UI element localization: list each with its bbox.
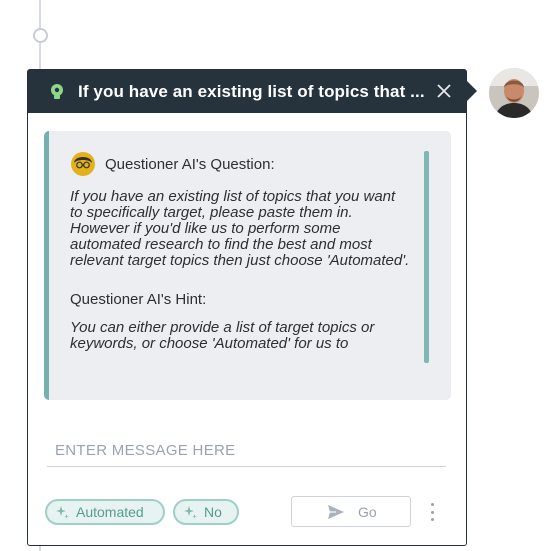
- message-input[interactable]: [47, 435, 446, 467]
- close-button[interactable]: [434, 81, 454, 101]
- go-button[interactable]: Go: [291, 496, 411, 527]
- send-icon: [328, 504, 344, 519]
- question-scroll-area[interactable]: Questioner AI's Question: If you have an…: [70, 151, 410, 383]
- question-line: If you have an existing list of topics t…: [70, 188, 396, 221]
- more-dot: [430, 503, 434, 506]
- card-header: If you have an existing list of topics t…: [28, 70, 466, 113]
- automated-button[interactable]: Automated: [45, 499, 165, 525]
- card-pointer: [466, 80, 477, 102]
- questioner-ai-avatar: [71, 152, 95, 176]
- more-options-button[interactable]: [426, 503, 438, 521]
- question-scrollbar[interactable]: [424, 151, 429, 363]
- question-text: If you have an existing list of topics t…: [70, 189, 410, 269]
- hint-label: Questioner AI's Hint:: [70, 291, 207, 308]
- question-heading: Questioner AI's Question:: [70, 151, 410, 177]
- lightbulb-icon: [46, 81, 68, 103]
- no-label: No: [204, 504, 222, 520]
- sparkle-icon: [56, 506, 69, 519]
- question-card: If you have an existing list of topics t…: [27, 69, 467, 546]
- question-box: Questioner AI's Question: If you have an…: [44, 131, 451, 400]
- more-dot: [430, 510, 434, 514]
- question-label: Questioner AI's Question:: [105, 155, 275, 173]
- timeline-node: [33, 28, 48, 43]
- close-icon: [437, 84, 451, 98]
- card-title: If you have an existing list of topics t…: [78, 81, 425, 101]
- automated-label: Automated: [76, 504, 144, 520]
- user-avatar: [489, 68, 539, 118]
- more-dot: [430, 518, 434, 521]
- hint-text: You can either provide a list of target …: [70, 319, 375, 352]
- question-line: However if you'd like us to perform some…: [70, 220, 410, 269]
- go-label: Go: [358, 503, 377, 520]
- no-button[interactable]: No: [173, 499, 239, 525]
- sparkle-icon: [184, 506, 197, 519]
